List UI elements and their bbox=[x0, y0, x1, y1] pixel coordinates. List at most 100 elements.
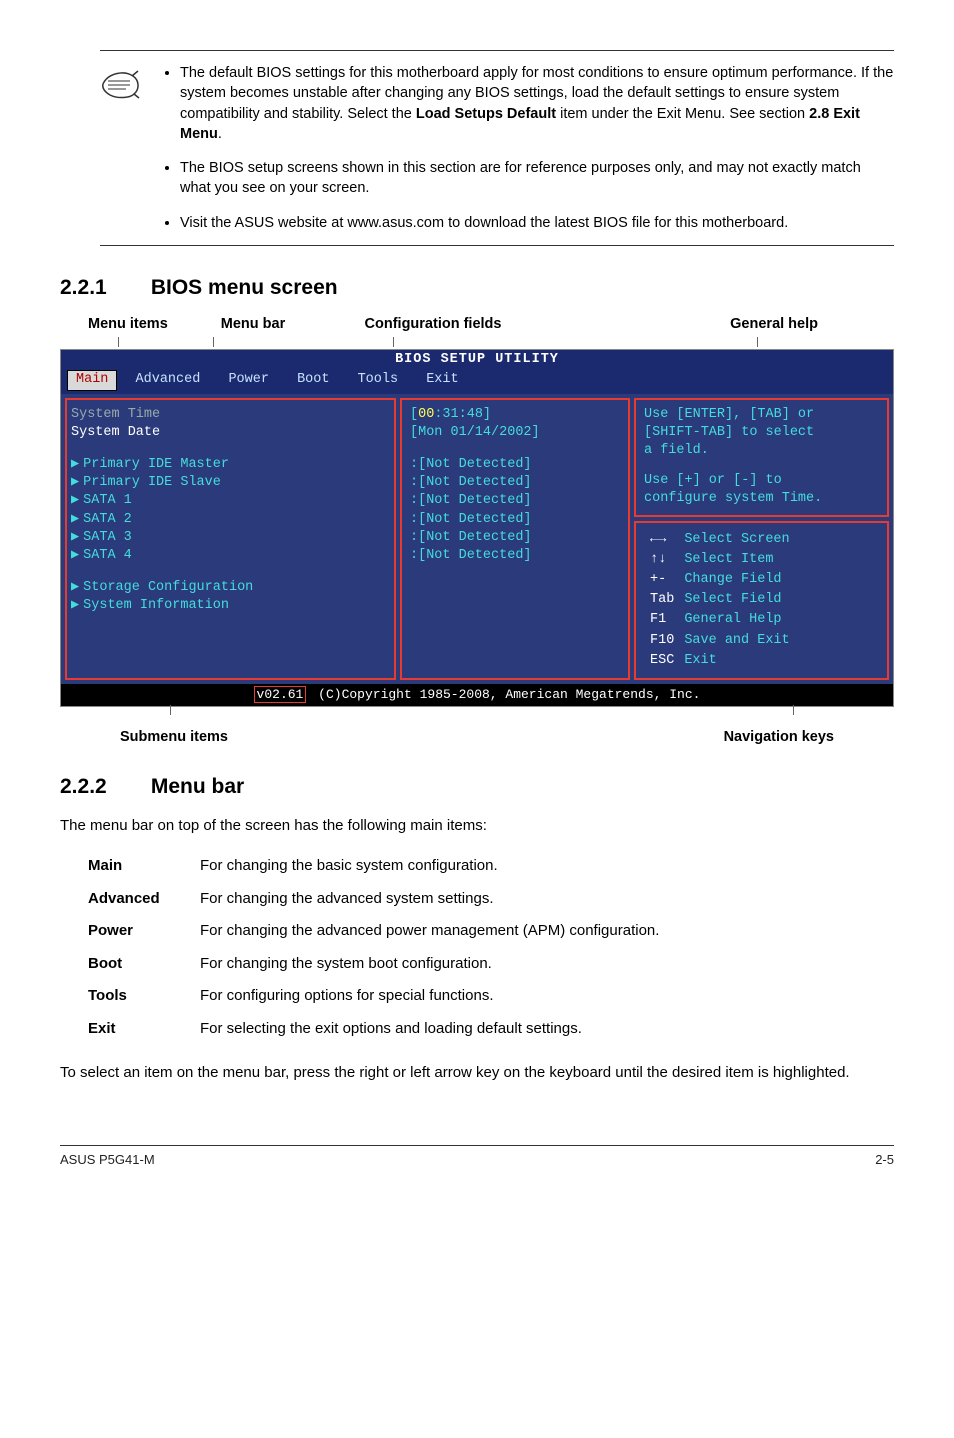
info-note: The default BIOS settings for this mothe… bbox=[100, 51, 894, 245]
bios-item[interactable]: Primary IDE Master bbox=[83, 457, 229, 472]
diagram-top-labels: Menu items Menu bar Configuration fields… bbox=[60, 316, 894, 332]
bios-detect: :[Not Detected] bbox=[410, 456, 620, 474]
bios-item-storage[interactable]: Storage Configuration bbox=[83, 580, 253, 595]
bios-system-time-label[interactable]: System Time bbox=[71, 407, 160, 422]
help-line: Use [+] or [-] to bbox=[644, 472, 879, 490]
nav-key: F1 bbox=[646, 611, 678, 629]
bios-time-rest[interactable]: :31:48] bbox=[434, 407, 491, 422]
bios-tab-boot[interactable]: Boot bbox=[287, 370, 339, 391]
label-menu-bar: Menu bar bbox=[198, 316, 308, 332]
bios-item[interactable]: SATA 4 bbox=[83, 548, 132, 563]
bios-detect: :[Not Detected] bbox=[410, 492, 620, 510]
submenu-arrow-icon: ▶ bbox=[71, 493, 79, 508]
page-footer: ASUS P5G41-M 2-5 bbox=[60, 1145, 894, 1167]
menubar-key: Boot bbox=[80, 949, 190, 980]
bios-item[interactable]: SATA 2 bbox=[83, 512, 132, 527]
note-item: The BIOS setup screens shown in this sec… bbox=[180, 158, 894, 199]
nav-keys-table: ←→Select Screen ↑↓Select Item +-Change F… bbox=[644, 529, 796, 673]
section-title: BIOS menu screen bbox=[151, 276, 338, 299]
nav-desc: Exit bbox=[680, 652, 793, 670]
section-heading: 2.2.1 BIOS menu screen bbox=[60, 276, 894, 300]
table-row: PowerFor changing the advanced power man… bbox=[80, 916, 667, 947]
bios-time-hh[interactable]: 00 bbox=[418, 407, 434, 422]
label-submenu-items: Submenu items bbox=[120, 729, 228, 745]
bios-system-date-label[interactable]: System Date bbox=[71, 425, 160, 440]
bios-detect: :[Not Detected] bbox=[410, 474, 620, 492]
bios-nav-box: ←→Select Screen ↑↓Select Item +-Change F… bbox=[634, 521, 889, 681]
bios-version: v02.61 bbox=[254, 686, 307, 703]
bios-copyright: (C)Copyright 1985-2008, American Megatre… bbox=[318, 687, 700, 702]
note-item: The default BIOS settings for this mothe… bbox=[180, 63, 894, 144]
submenu-arrow-icon: ▶ bbox=[71, 548, 79, 563]
table-row: ToolsFor configuring options for special… bbox=[80, 981, 667, 1012]
help-line: Use [ENTER], [TAB] or bbox=[644, 406, 879, 424]
menubar-intro: The menu bar on top of the screen has th… bbox=[60, 815, 894, 838]
menubar-key: Advanced bbox=[80, 884, 190, 915]
menubar-key: Tools bbox=[80, 981, 190, 1012]
note-list: The default BIOS settings for this mothe… bbox=[162, 63, 894, 233]
nav-desc: Select Screen bbox=[680, 531, 793, 549]
note-icon bbox=[100, 67, 142, 105]
menubar-desc: For changing the basic system configurat… bbox=[192, 851, 667, 882]
menubar-table: MainFor changing the basic system config… bbox=[78, 849, 669, 1046]
nav-key: ESC bbox=[646, 652, 678, 670]
label-general-help: General help bbox=[558, 316, 818, 332]
bios-item[interactable]: Primary IDE Slave bbox=[83, 475, 221, 490]
bios-title: BIOS SETUP UTILITY bbox=[61, 350, 893, 370]
section-title: Menu bar bbox=[151, 775, 244, 798]
bios-tab-exit[interactable]: Exit bbox=[416, 370, 468, 391]
label-menu-items: Menu items bbox=[88, 316, 198, 332]
nav-desc: General Help bbox=[680, 611, 793, 629]
bios-help-box: Use [ENTER], [TAB] or [SHIFT-TAB] to sel… bbox=[634, 398, 889, 517]
menubar-key: Exit bbox=[80, 1014, 190, 1045]
bios-detect: :[Not Detected] bbox=[410, 511, 620, 529]
submenu-arrow-icon: ▶ bbox=[71, 580, 79, 595]
table-row: AdvancedFor changing the advanced system… bbox=[80, 884, 667, 915]
menubar-key: Main bbox=[80, 851, 190, 882]
bios-tab-advanced[interactable]: Advanced bbox=[126, 370, 211, 391]
bios-mid-panel: [00:31:48] [Mon 01/14/2002] :[Not Detect… bbox=[400, 398, 630, 681]
table-row: MainFor changing the basic system config… bbox=[80, 851, 667, 882]
nav-desc: Save and Exit bbox=[680, 632, 793, 650]
nav-key: +- bbox=[646, 571, 678, 589]
menubar-desc: For changing the advanced power manageme… bbox=[192, 916, 667, 947]
section-number: 2.2.1 bbox=[60, 276, 145, 300]
bios-time-bracket: [ bbox=[410, 407, 418, 422]
bios-item-sysinfo[interactable]: System Information bbox=[83, 598, 229, 613]
label-config-fields: Configuration fields bbox=[308, 316, 558, 332]
nav-desc: Change Field bbox=[680, 571, 793, 589]
bios-left-panel: System Time System Date ▶ Primary IDE Mas… bbox=[65, 398, 396, 681]
nav-key: ↑↓ bbox=[646, 551, 678, 569]
note-item: Visit the ASUS website at www.asus.com t… bbox=[180, 213, 894, 233]
submenu-arrow-icon: ▶ bbox=[71, 530, 79, 545]
menubar-desc: For changing the system boot configurati… bbox=[192, 949, 667, 980]
nav-desc: Select Field bbox=[680, 591, 793, 609]
nav-desc: Select Item bbox=[680, 551, 793, 569]
table-row: ExitFor selecting the exit options and l… bbox=[80, 1014, 667, 1045]
bios-tab-tools[interactable]: Tools bbox=[348, 370, 409, 391]
bios-screenshot: BIOS SETUP UTILITY Main Advanced Power B… bbox=[60, 349, 894, 707]
section-number: 2.2.2 bbox=[60, 775, 145, 799]
submenu-arrow-icon: ▶ bbox=[71, 475, 79, 490]
label-navigation-keys: Navigation keys bbox=[724, 729, 834, 745]
nav-key: Tab bbox=[646, 591, 678, 609]
footer-left: ASUS P5G41-M bbox=[60, 1152, 155, 1167]
bios-menubar: Main Advanced Power Boot Tools Exit bbox=[61, 370, 893, 393]
help-line: a field. bbox=[644, 442, 879, 460]
menubar-outro: To select an item on the menu bar, press… bbox=[60, 1062, 894, 1085]
help-line: configure system Time. bbox=[644, 490, 879, 508]
bios-item[interactable]: SATA 1 bbox=[83, 493, 132, 508]
nav-key: ←→ bbox=[646, 531, 678, 549]
bios-tab-main[interactable]: Main bbox=[67, 370, 117, 390]
bios-footer: v02.61 (C)Copyright 1985-2008, American … bbox=[61, 684, 893, 706]
bios-detect: :[Not Detected] bbox=[410, 529, 620, 547]
bios-date-value[interactable]: [Mon 01/14/2002] bbox=[410, 424, 620, 442]
nav-key: F10 bbox=[646, 632, 678, 650]
footer-right: 2-5 bbox=[875, 1152, 894, 1167]
table-row: BootFor changing the system boot configu… bbox=[80, 949, 667, 980]
menubar-key: Power bbox=[80, 916, 190, 947]
bios-item[interactable]: SATA 3 bbox=[83, 530, 132, 545]
section-heading: 2.2.2 Menu bar bbox=[60, 775, 894, 799]
bios-tab-power[interactable]: Power bbox=[218, 370, 279, 391]
bios-detect: :[Not Detected] bbox=[410, 547, 620, 565]
